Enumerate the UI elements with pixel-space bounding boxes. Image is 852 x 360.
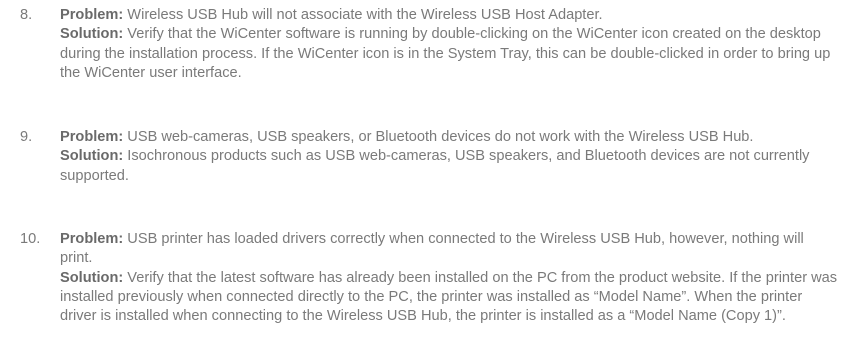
problem-text: USB printer has loaded drivers correctly… [60,231,804,267]
problem-label: Problem: [60,129,124,145]
item-content: Problem: USB web-cameras, USB speakers, … [60,128,840,186]
problem-paragraph: Problem: Wireless USB Hub will not assoc… [60,6,840,25]
solution-text: Isochronous products such as USB web-cam… [60,148,810,184]
troubleshooting-document: 8. Problem: Wireless USB Hub will not as… [0,0,852,360]
problem-label: Problem: [60,7,124,23]
solution-paragraph: Solution: Verify that the WiCenter softw… [60,25,840,83]
item-number: 9. [20,129,33,145]
problem-paragraph: Problem: USB web-cameras, USB speakers, … [60,128,840,147]
item-number: 10. [20,231,41,247]
problem-text: USB web-cameras, USB speakers, or Blueto… [123,129,754,145]
troubleshooting-item-8: 8. Problem: Wireless USB Hub will not as… [20,6,840,83]
problem-label: Problem: [60,231,124,247]
solution-text: Verify that the latest software has alre… [60,269,838,325]
solution-paragraph: Solution: Verify that the latest softwar… [60,269,840,327]
solution-paragraph: Solution: Isochronous products such as U… [60,147,840,186]
solution-label: Solution: [60,148,124,165]
solution-label: Solution: [60,26,124,43]
item-content: Problem: Wireless USB Hub will not assoc… [60,6,840,83]
problem-text: Wireless USB Hub will not associate with… [123,7,603,23]
solution-label: Solution: [60,269,124,286]
troubleshooting-item-10: 10. Problem: USB printer has loaded driv… [20,230,840,326]
item-content: Problem: USB printer has loaded drivers … [60,230,840,326]
troubleshooting-item-9: 9. Problem: USB web-cameras, USB speaker… [20,128,840,186]
problem-paragraph: Problem: USB printer has loaded drivers … [60,230,840,269]
solution-text: Verify that the WiCenter software is run… [60,26,831,81]
item-number: 8. [20,7,33,23]
